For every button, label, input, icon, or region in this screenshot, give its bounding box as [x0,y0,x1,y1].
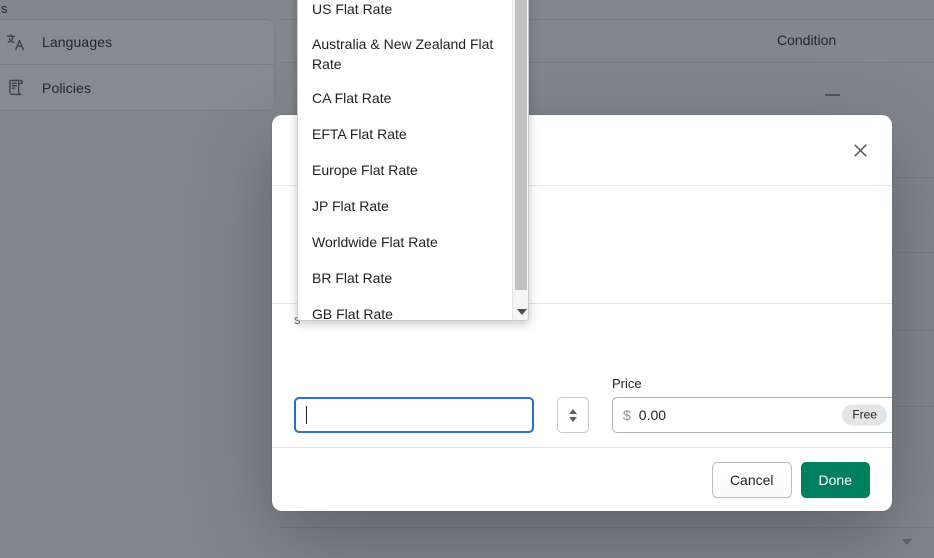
text-cursor [306,406,307,424]
fields-row: Price $ 0.00 Free [294,376,870,433]
quantity-stepper[interactable] [557,397,589,433]
modal-footer: Cancel Done [272,447,892,511]
dropdown-scrollbar[interactable] [512,0,528,320]
currency-symbol: $ [623,407,631,423]
dropdown-option[interactable]: GB Flat Rate [298,297,514,321]
cancel-button[interactable]: Cancel [712,462,792,498]
dropdown-option[interactable]: Europe Flat Rate [298,153,514,189]
app-root: s Languages [0,0,934,558]
scroll-down-arrow-icon[interactable] [517,309,527,315]
rate-name-field-group [294,376,579,433]
free-badge: Free [842,405,887,426]
done-button[interactable]: Done [801,462,870,498]
price-field-group: Price $ 0.00 Free [612,376,892,433]
dropdown-option[interactable]: CA Flat Rate [298,81,514,117]
price-value: 0.00 [639,407,666,423]
dropdown-option-list: US Flat RateAustralia & New Zealand Flat… [298,0,514,321]
dropdown-option[interactable]: US Flat Rate [298,0,514,28]
select-chevron-down-icon [902,539,912,545]
chevron-down-icon [569,417,577,422]
price-label: Price [612,376,892,393]
dropdown-option[interactable]: BR Flat Rate [298,261,514,297]
chevron-up-icon [569,409,577,414]
rate-name-label [294,376,579,393]
dropdown-option[interactable]: Worldwide Flat Rate [298,225,514,261]
rate-name-dropdown[interactable]: US Flat RateAustralia & New Zealand Flat… [297,0,529,321]
close-icon[interactable] [844,134,876,166]
rate-name-input[interactable] [294,397,534,433]
dropdown-option[interactable]: Australia & New Zealand Flat Rate [298,28,514,81]
rate-name-select-shell [294,397,579,433]
dropdown-option[interactable]: EFTA Flat Rate [298,117,514,153]
dropdown-scrollbar-thumb[interactable] [515,0,527,290]
price-input[interactable]: $ 0.00 Free [612,397,892,433]
dropdown-option[interactable]: JP Flat Rate [298,189,514,225]
